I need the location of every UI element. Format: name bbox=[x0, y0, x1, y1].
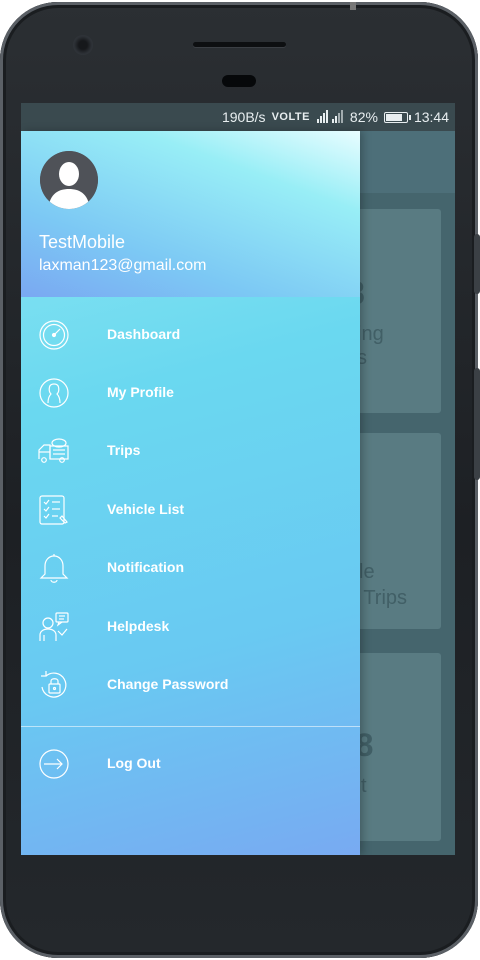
phone-frame: 190B/s VOLTE 82% 13:44 ing s le d Trips … bbox=[0, 2, 480, 958]
menu-item-label: My Profile bbox=[107, 384, 174, 400]
speedometer-icon bbox=[36, 317, 72, 353]
menu-item-vehicle-list[interactable]: Vehicle List bbox=[21, 484, 360, 538]
status-bar: 190B/s VOLTE 82% 13:44 bbox=[21, 103, 455, 131]
front-camera bbox=[73, 35, 93, 55]
volte-indicator: VOLTE bbox=[271, 111, 310, 123]
menu-item-trips[interactable]: Trips bbox=[21, 425, 360, 479]
menu-item-log-out[interactable]: Log Out bbox=[21, 738, 360, 792]
network-speed: 190B/s bbox=[221, 109, 266, 125]
menu-item-label: Trips bbox=[107, 442, 141, 458]
menu-item-helpdesk[interactable]: Helpdesk bbox=[21, 601, 360, 655]
menu-item-change-password[interactable]: Change Password bbox=[21, 659, 360, 713]
menu-item-label: Log Out bbox=[107, 755, 161, 771]
phone-top-nub bbox=[350, 2, 356, 10]
helpdesk-icon bbox=[36, 609, 72, 645]
avatar[interactable] bbox=[40, 151, 98, 209]
menu-item-label: Vehicle List bbox=[107, 501, 185, 517]
menu-item-dashboard[interactable]: Dashboard bbox=[21, 309, 360, 363]
bell-icon bbox=[36, 550, 72, 586]
clock: 13:44 bbox=[413, 109, 449, 125]
lock-refresh-icon bbox=[36, 667, 72, 703]
truck-icon bbox=[36, 433, 72, 469]
menu-item-label: Helpdesk bbox=[107, 618, 170, 634]
drawer-header: TestMobile laxman123@gmail.com bbox=[21, 131, 360, 297]
user-name: TestMobile bbox=[39, 232, 126, 252]
menu-item-label: Dashboard bbox=[107, 326, 181, 342]
checklist-icon bbox=[36, 492, 72, 528]
power-button bbox=[474, 368, 480, 480]
navigation-drawer: TestMobile laxman123@gmail.com Dashboard bbox=[21, 131, 360, 855]
profile-icon bbox=[36, 375, 72, 411]
earpiece-speaker bbox=[193, 42, 286, 47]
user-email: laxman123@gmail.com bbox=[39, 257, 207, 274]
screen: 190B/s VOLTE 82% 13:44 ing s le d Trips … bbox=[21, 103, 455, 855]
menu-item-label: Change Password bbox=[107, 676, 229, 692]
menu-divider bbox=[21, 726, 360, 727]
battery-icon bbox=[383, 111, 411, 123]
menu-item-notification[interactable]: Notification bbox=[21, 542, 360, 596]
user-silhouette-icon bbox=[40, 151, 98, 209]
proximity-sensor bbox=[222, 75, 256, 87]
signal-icon bbox=[316, 110, 344, 124]
menu-item-my-profile[interactable]: My Profile bbox=[21, 367, 360, 421]
logout-icon bbox=[36, 746, 72, 782]
battery-fill bbox=[385, 113, 402, 121]
menu-item-label: Notification bbox=[107, 559, 184, 575]
battery-percent: 82% bbox=[349, 109, 378, 125]
volume-button bbox=[474, 234, 480, 294]
